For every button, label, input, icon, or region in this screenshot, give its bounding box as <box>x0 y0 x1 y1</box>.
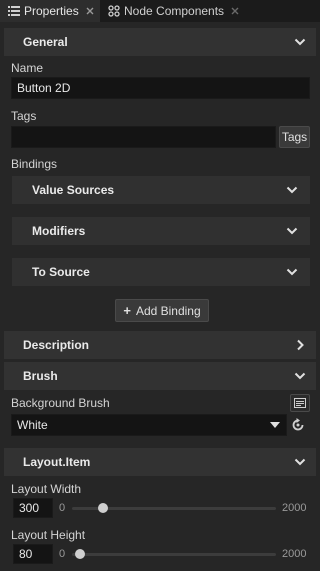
close-icon[interactable] <box>85 6 95 16</box>
reset-icon[interactable] <box>291 418 305 432</box>
chevron-down-icon <box>286 186 298 194</box>
binding-group-title: Modifiers <box>32 224 86 238</box>
background-brush-dropdown[interactable]: White <box>11 414 287 436</box>
slider-thumb[interactable] <box>97 503 108 513</box>
section-title: Brush <box>23 369 58 383</box>
chevron-down-icon <box>294 372 306 380</box>
chevron-down-icon <box>286 227 298 235</box>
section-general-header[interactable]: General <box>4 28 316 56</box>
tags-input[interactable] <box>11 126 276 148</box>
brush-editor-icon <box>294 398 306 408</box>
close-icon[interactable] <box>230 6 240 16</box>
add-binding-label: Add Binding <box>135 303 201 318</box>
layout-height-slider[interactable] <box>72 553 276 556</box>
tab-label: Properties <box>24 4 79 18</box>
bindings-label: Bindings <box>11 157 58 171</box>
tab-properties[interactable]: Properties <box>0 0 100 22</box>
plus-icon: + <box>123 303 131 318</box>
layout-width-label: Layout Width <box>11 482 82 496</box>
chevron-down-icon <box>286 268 298 276</box>
background-brush-label: Background Brush <box>11 396 110 410</box>
properties-panel: General Name Button 2D Tags Tags Binding… <box>0 22 320 571</box>
binding-group-value-sources[interactable]: Value Sources <box>12 176 310 204</box>
binding-group-title: To Source <box>32 265 90 279</box>
tags-button[interactable]: Tags <box>279 126 310 148</box>
tab-node-components[interactable]: Node Components <box>100 0 250 22</box>
section-layout-item-header[interactable]: Layout.Item <box>4 448 316 476</box>
layout-width-input[interactable]: 300 <box>13 498 53 518</box>
list-icon <box>8 5 20 17</box>
tab-bar: Properties Node Components <box>0 0 320 22</box>
dropdown-arrow-icon <box>270 422 280 428</box>
layout-height-input[interactable]: 80 <box>13 544 53 564</box>
chevron-down-icon <box>294 458 306 466</box>
slider-max-label: 2000 <box>282 502 307 514</box>
name-field[interactable]: Button 2D <box>11 77 310 99</box>
binding-group-title: Value Sources <box>32 183 115 197</box>
brush-editor-button[interactable] <box>290 394 310 412</box>
section-title: Layout.Item <box>23 455 91 469</box>
tab-label: Node Components <box>124 4 225 18</box>
binding-group-to-source[interactable]: To Source <box>12 258 310 286</box>
slider-thumb[interactable] <box>75 549 86 559</box>
layout-height-label: Layout Height <box>11 528 86 542</box>
slider-min-label: 0 <box>59 548 66 560</box>
section-title: Description <box>23 338 90 352</box>
chevron-down-icon <box>294 38 306 46</box>
components-icon <box>108 5 120 17</box>
section-description-header[interactable]: Description <box>4 331 316 359</box>
slider-max-label: 2000 <box>282 548 307 560</box>
slider-min-label: 0 <box>59 502 66 514</box>
binding-group-modifiers[interactable]: Modifiers <box>12 217 310 245</box>
background-brush-value: White <box>17 418 48 432</box>
add-binding-button[interactable]: + Add Binding <box>115 299 209 322</box>
tags-label: Tags <box>11 109 37 123</box>
section-title: General <box>23 35 68 49</box>
chevron-right-icon <box>297 339 304 351</box>
name-label: Name <box>11 61 44 75</box>
section-brush-header[interactable]: Brush <box>4 362 316 390</box>
